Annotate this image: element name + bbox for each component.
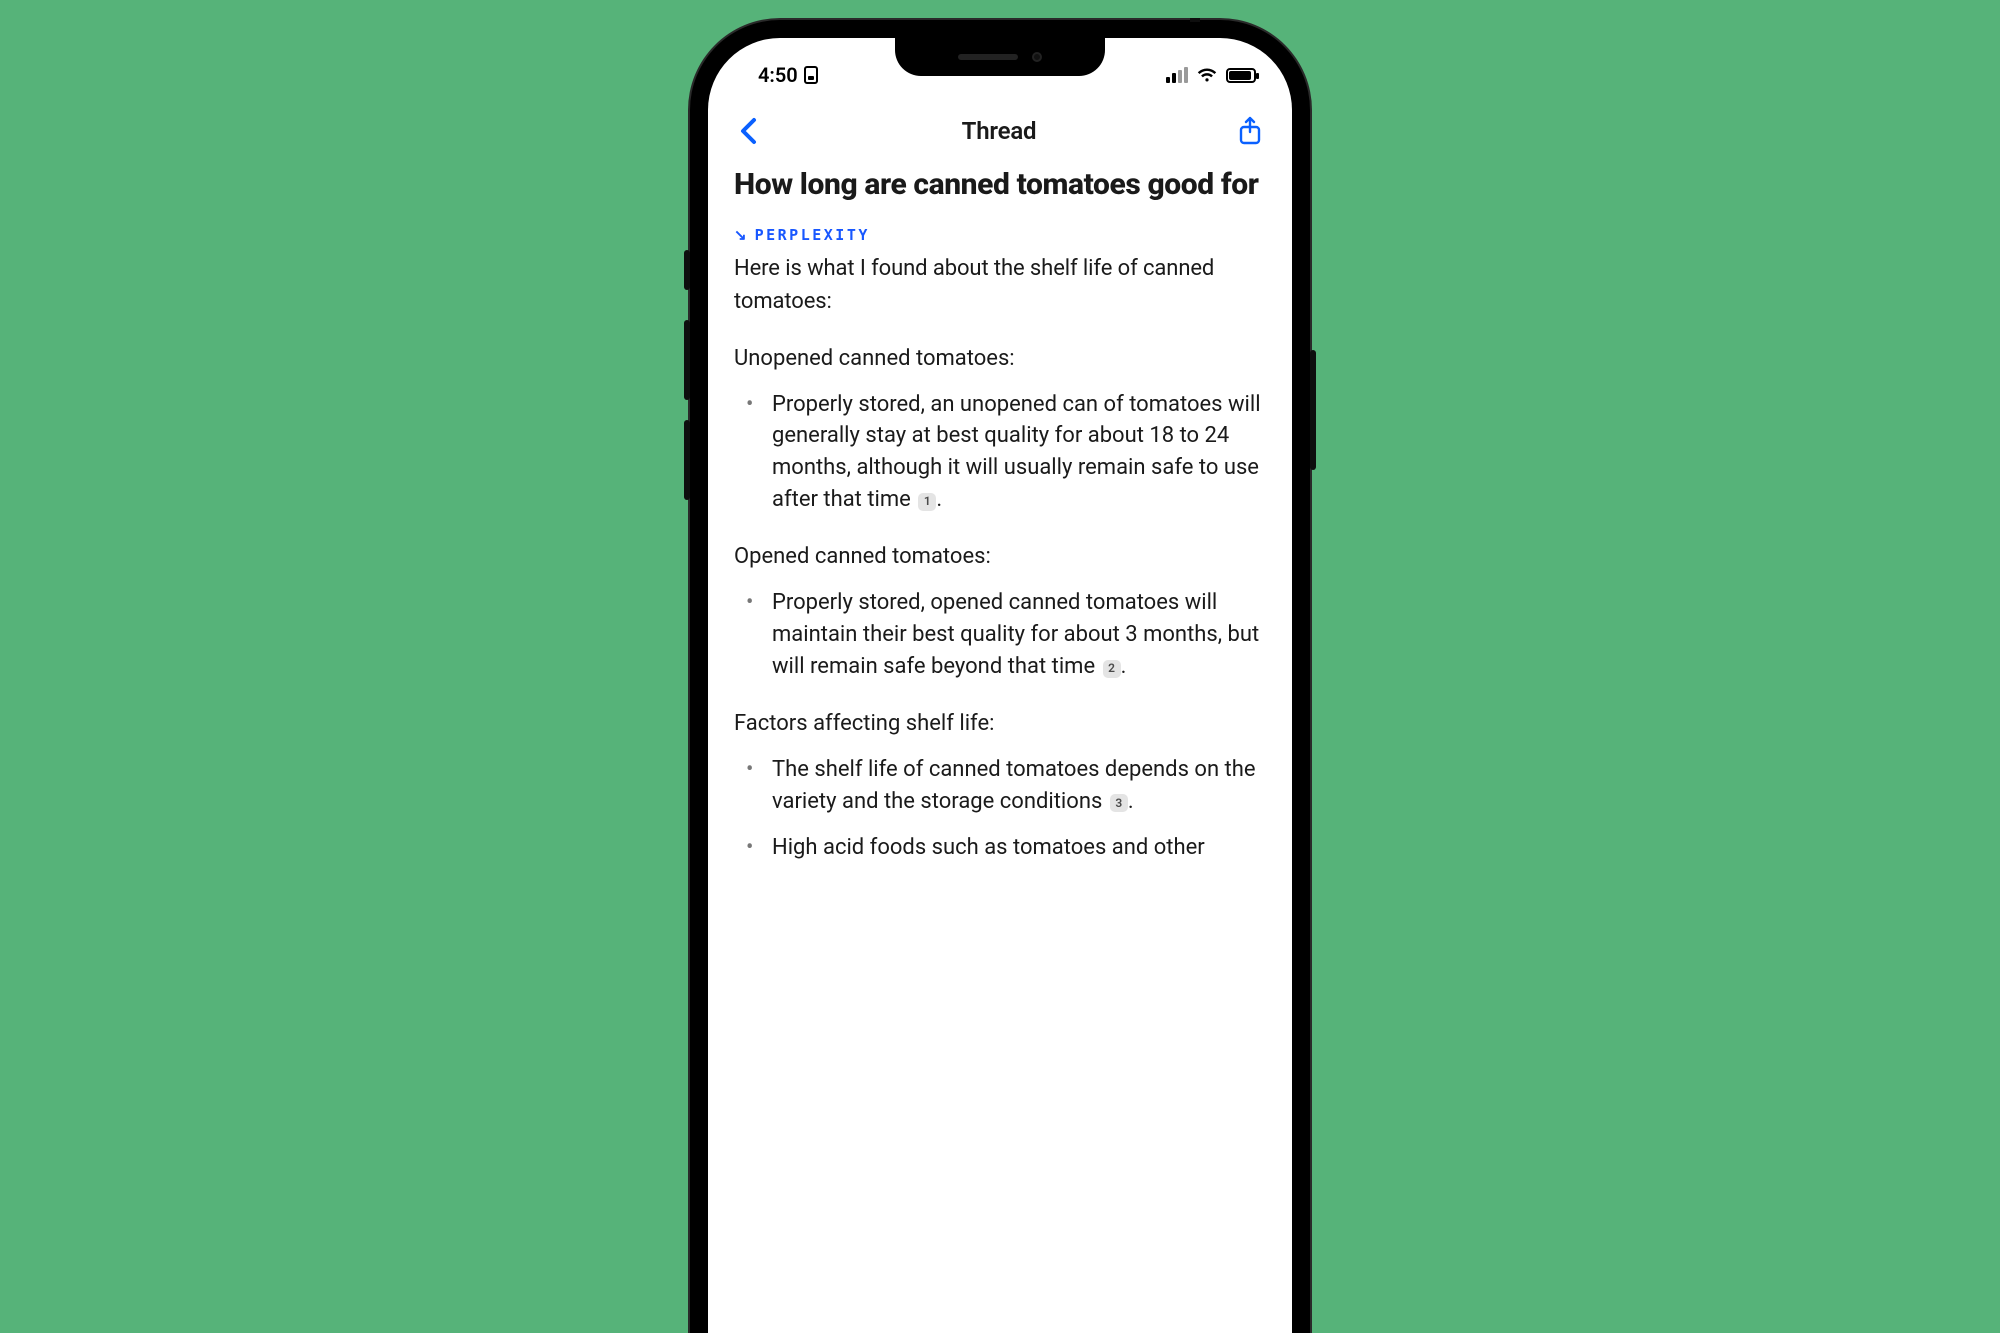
list-item: High acid foods such as tomatoes and oth…	[734, 832, 1266, 864]
status-time: 4:50	[758, 63, 798, 87]
notch	[895, 38, 1105, 76]
front-camera	[1032, 52, 1042, 62]
section-heading: Opened canned tomatoes:	[734, 540, 1266, 573]
battery-icon	[1226, 68, 1256, 83]
antenna-line	[1190, 18, 1200, 22]
bullet-list: Properly stored, an unopened can of toma…	[734, 389, 1266, 517]
citation-badge[interactable]: 3	[1110, 794, 1128, 812]
source-row: ↘ PERPLEXITY	[734, 226, 1266, 244]
phone-screen: 4:50 Thread	[708, 38, 1292, 1333]
citation-badge[interactable]: 2	[1103, 660, 1121, 678]
list-item: Properly stored, opened canned tomatoes …	[734, 587, 1266, 683]
citation-badge[interactable]: 1	[918, 493, 936, 511]
section-heading: Factors affecting shelf life:	[734, 707, 1266, 740]
silence-switch	[684, 250, 690, 290]
cellular-signal-icon	[1166, 67, 1188, 83]
bullet-tail: .	[936, 487, 942, 512]
speaker-grille	[958, 54, 1018, 60]
bullet-tail: .	[1128, 789, 1134, 814]
nav-bar: Thread	[708, 94, 1292, 162]
share-button[interactable]	[1232, 116, 1268, 146]
bullet-list: The shelf life of canned tomatoes depend…	[734, 754, 1266, 864]
volume-down-button	[684, 420, 690, 500]
wifi-icon	[1196, 67, 1218, 83]
bullet-text: Properly stored, an unopened can of toma…	[772, 392, 1261, 513]
section-heading: Unopened canned tomatoes:	[734, 342, 1266, 375]
bullet-list: Properly stored, opened canned tomatoes …	[734, 587, 1266, 683]
list-item: The shelf life of canned tomatoes depend…	[734, 754, 1266, 818]
thread-content[interactable]: How long are canned tomatoes good for ↘ …	[708, 162, 1292, 863]
sim-icon	[804, 66, 818, 84]
power-button	[1310, 350, 1316, 470]
volume-up-button	[684, 320, 690, 400]
bullet-text: Properly stored, opened canned tomatoes …	[772, 590, 1259, 679]
answer-intro: Here is what I found about the shelf lif…	[734, 252, 1266, 318]
bullet-text: High acid foods such as tomatoes and oth…	[772, 835, 1205, 860]
status-right	[1166, 67, 1256, 83]
phone-frame: 4:50 Thread	[690, 20, 1310, 1333]
list-item: Properly stored, an unopened can of toma…	[734, 389, 1266, 517]
back-button[interactable]	[730, 117, 766, 145]
arrow-down-right-icon: ↘	[734, 226, 747, 244]
source-label: PERPLEXITY	[755, 226, 870, 244]
nav-title: Thread	[766, 117, 1232, 145]
chevron-left-icon	[739, 117, 757, 145]
bullet-tail: .	[1121, 654, 1127, 679]
question-title: How long are canned tomatoes good for	[734, 166, 1266, 204]
share-icon	[1238, 116, 1262, 146]
bullet-text: The shelf life of canned tomatoes depend…	[772, 757, 1256, 814]
status-left: 4:50	[758, 63, 818, 87]
